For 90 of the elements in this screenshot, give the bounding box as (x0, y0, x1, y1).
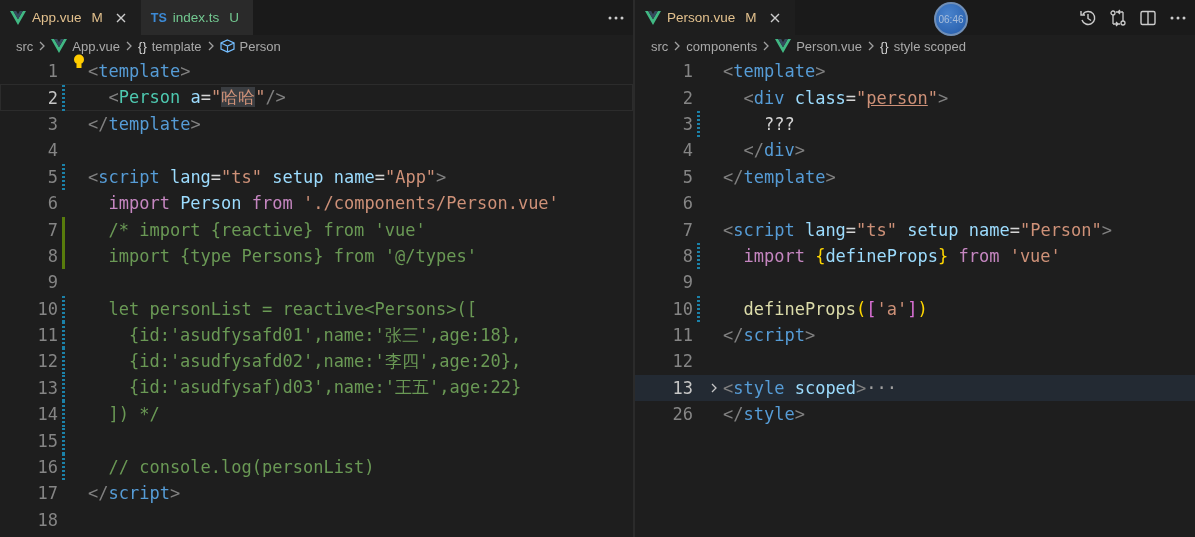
line-number: 9 (46, 272, 58, 293)
line-number: 5 (46, 166, 58, 187)
braces-icon: {} (879, 38, 889, 54)
line-number: 7 (46, 219, 58, 240)
code-line: let personList = reactive<Persons>([ (107, 298, 477, 319)
line-number: 12 (36, 351, 58, 372)
editor-tab[interactable]: TS index.ts U (140, 0, 254, 35)
line-number: 6 (46, 193, 58, 214)
code-line: </script> (88, 483, 181, 504)
line-number: 4 (46, 140, 58, 161)
compare-changes-icon[interactable] (1109, 8, 1127, 27)
editor-tab[interactable]: App.vue M (0, 0, 141, 35)
code-line: <Person a="哈哈"/> (107, 86, 286, 110)
breadcrumb-item[interactable]: App.vue (72, 38, 121, 54)
close-icon[interactable] (114, 11, 127, 24)
code-line: </div> (742, 140, 805, 161)
code-line: </template> (88, 113, 201, 134)
lightbulb-icon[interactable] (73, 54, 85, 70)
breadcrumb-item[interactable]: Person.vue (796, 38, 862, 54)
code-line: import {type Persons} from '@/types' (107, 245, 477, 266)
line-number: 10 (671, 298, 693, 319)
line-number: 7 (681, 219, 693, 240)
line-number: 12 (671, 351, 693, 372)
line-number: 13 (671, 377, 693, 398)
line-number: 18 (36, 509, 58, 530)
code-line: {id:'asudfysaf)d03',name:'王五',age:22} (127, 376, 522, 400)
close-icon[interactable] (768, 11, 781, 24)
line-number: 2 (681, 87, 693, 108)
fold-chevron-icon[interactable] (709, 381, 718, 394)
line-number: 16 (36, 457, 58, 478)
code-line: {id:'asudfysafd01',name:'张三',age:18}, (127, 323, 522, 347)
line-number: 1 (681, 61, 693, 82)
line-number: 9 (681, 272, 693, 293)
line-number: 6 (681, 193, 693, 214)
code-line: import Person from './components/Person.vue' (107, 193, 559, 214)
ts-file-icon: TS (150, 10, 167, 25)
line-number: 5 (681, 166, 693, 187)
line-number: 3 (681, 113, 693, 134)
chevron-icon (38, 40, 47, 52)
code-line: {id:'asudfysafd02',name:'李四',age:20}, (127, 350, 522, 373)
breadcrumb-item[interactable]: template (151, 38, 202, 54)
breadcrumb-item[interactable]: style scoped (893, 38, 966, 54)
code-line: ??? (762, 113, 795, 134)
line-number: 1 (46, 61, 58, 82)
line-number: 13 (36, 377, 58, 398)
chevron-icon (762, 40, 771, 52)
editor-tab[interactable]: Person.vue M (635, 0, 795, 35)
line-number: 11 (671, 325, 693, 346)
code-line: </template> (723, 166, 836, 187)
history-icon[interactable] (1079, 8, 1097, 27)
vue-logo-icon (645, 10, 661, 25)
cube-icon (219, 39, 235, 53)
split-editor-icon[interactable] (1139, 8, 1157, 27)
code-line: <template> (88, 61, 191, 82)
line-number: 17 (36, 483, 58, 504)
braces-icon: {} (138, 38, 147, 54)
code-line: // console.log(personList) (107, 457, 375, 478)
chevron-icon (866, 40, 875, 52)
code-line: <template> (723, 61, 826, 82)
chevron-icon (206, 40, 215, 52)
line-number: 3 (46, 113, 58, 134)
line-number: 11 (36, 325, 58, 346)
code-line: <style scoped>··· (723, 377, 898, 398)
vue-logo-icon (10, 10, 26, 25)
breadcrumb-item[interactable]: Person (239, 38, 281, 54)
code-line: <div class="person"> (742, 87, 949, 108)
vue-logo-icon (775, 39, 792, 53)
breadcrumb-item[interactable]: src (16, 38, 34, 54)
line-number: 14 (36, 404, 58, 425)
line-number: 10 (36, 298, 58, 319)
code-line: import {defineProps} from 'vue' (742, 245, 1061, 266)
chevron-icon (125, 40, 134, 52)
code-line: ]) */ (107, 404, 160, 425)
timer-badge: 06:46 (934, 2, 968, 36)
code-line: </style> (723, 404, 805, 425)
code-line: <script lang="ts" setup name="Person"> (723, 219, 1113, 240)
line-number: 8 (681, 245, 693, 266)
code-line: /* import {reactive} from 'vue' (107, 219, 426, 240)
code-line: defineProps(['a']) (742, 298, 928, 319)
line-number: 8 (46, 245, 58, 266)
line-number: 15 (36, 430, 58, 451)
code-line: <script lang="ts" setup name="App"> (88, 166, 447, 187)
line-number: 4 (681, 140, 693, 161)
breadcrumb-item[interactable]: components (686, 38, 758, 54)
breadcrumb-item[interactable]: src (651, 38, 669, 54)
vue-logo-icon (51, 39, 68, 53)
code-line: </script> (723, 325, 816, 346)
line-number: 2 (46, 87, 58, 108)
line-number: 26 (671, 404, 693, 425)
chevron-icon (673, 40, 682, 52)
